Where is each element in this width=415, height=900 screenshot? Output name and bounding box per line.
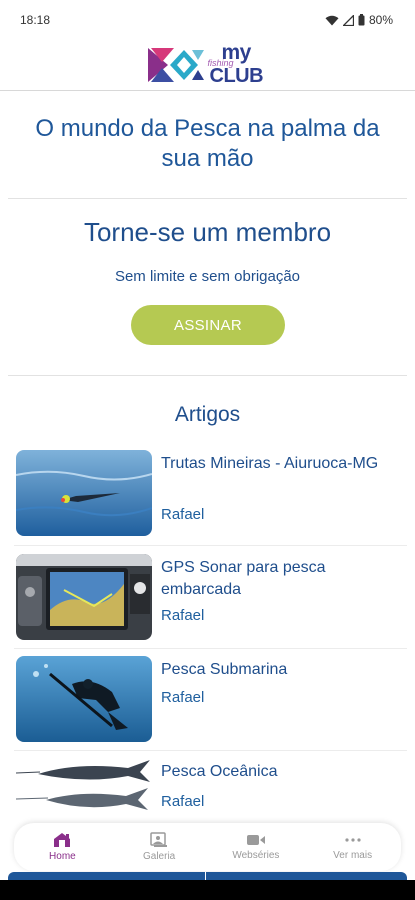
membership-title: Torne-se um membro [83,217,332,247]
nav-home-label: Home [49,851,76,862]
system-navigation-bar [0,880,415,900]
nav-webseries[interactable]: Webséries [208,833,305,861]
section-divider [8,198,407,199]
logo-mark-icon [147,48,204,82]
article-title: Pesca Oceânica [161,763,278,780]
article-author: Rafael [161,793,205,810]
subscribe-button[interactable]: ASSINAR [131,305,285,345]
wifi-icon [325,15,339,25]
article-thumbnail [16,450,152,536]
gallery-icon [150,832,168,847]
article-card[interactable]: GPS Sonar para pesca embarcada Rafael [14,554,407,646]
home-icon [54,833,71,847]
article-author: Rafael [161,689,205,706]
nav-more[interactable]: Ver mais [304,833,401,861]
tagline: O mundo da Pesca na palma da sua mão [35,115,380,172]
article-card[interactable]: Trutas Mineiras - Aiuruoca-MG Rafael [14,450,407,542]
membership-subtitle: Sem limite e sem obrigação [114,268,301,285]
article-author: Rafael [161,607,205,624]
battery-level: 80% [368,13,393,27]
nav-webseries-label: Webséries [232,850,280,861]
nav-gallery[interactable]: Galeria [111,832,208,862]
nav-home[interactable]: Home [14,832,111,862]
article-divider [14,750,407,751]
bottom-bar-divider [205,872,206,880]
nav-gallery-label: Galeria [143,851,176,862]
article-title: Pesca Submarina [161,661,288,678]
bottom-navigation: Home Galeria Webséries Ver mais [14,823,401,871]
bottom-bar-strip [8,872,407,880]
article-thumbnail [16,758,152,818]
video-camera-icon [246,835,265,845]
status-icons: 80% [325,13,393,27]
status-time: 18:18 [20,13,51,27]
article-author: Rafael [161,506,205,523]
battery-icon [358,14,365,26]
brand-wordmark: my fishing CLUB [208,41,268,87]
nav-more-label: Ver mais [333,850,373,861]
status-bar: 18:18 80% [0,0,415,40]
brand-club: CLUB [209,65,264,87]
article-card[interactable]: Pesca Submarina Rafael [14,656,407,748]
signal-icon [342,14,354,26]
article-divider [14,648,407,649]
more-dots-icon [345,838,361,842]
section-divider [8,375,407,376]
article-title: GPS Sonar para pesca embarcada [161,559,326,598]
header-divider [0,90,415,91]
app-header: my fishing CLUB [0,40,415,90]
articles-title: Artigos [174,403,241,426]
article-thumbnail [16,656,152,742]
article-divider [14,545,407,546]
article-title: Trutas Mineiras - Aiuruoca-MG [161,455,379,472]
brand-logo: my fishing CLUB [147,41,268,87]
article-thumbnail [16,554,152,640]
